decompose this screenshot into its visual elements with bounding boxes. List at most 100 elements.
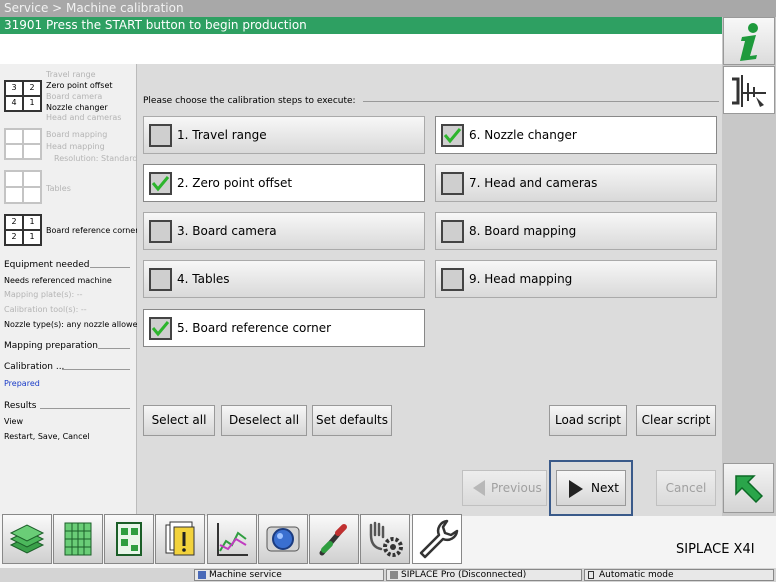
- lp-equipment-title: Equipment needed: [4, 260, 90, 270]
- previous-button[interactable]: Previous: [462, 470, 547, 506]
- info-button[interactable]: [723, 17, 775, 65]
- lp-nozzle-changer: Nozzle changer: [46, 103, 108, 112]
- step-board-reference-corner[interactable]: 5. Board reference corner: [143, 309, 425, 347]
- lp-equipment-item: Calibration tool(s): --: [4, 305, 87, 314]
- toolbar-service-button[interactable]: [412, 514, 462, 564]
- status-automatic-mode: Automatic mode: [584, 569, 774, 581]
- toolbar-camera-button[interactable]: [258, 514, 308, 564]
- instruction-label: Please choose the calibration steps to e…: [143, 96, 356, 106]
- toolbar-nozzle-button[interactable]: [309, 514, 359, 564]
- camera-lens-icon: [266, 526, 300, 552]
- calibration-grid-4: 2 1 2 1: [4, 214, 42, 246]
- set-defaults-button[interactable]: Set defaults: [312, 405, 392, 436]
- step-travel-range[interactable]: 1. Travel range: [143, 116, 425, 154]
- status-item-label: SIPLACE Pro (Disconnected): [401, 570, 527, 580]
- status-item-label: Automatic mode: [599, 570, 674, 580]
- step-checkbox[interactable]: [441, 268, 464, 291]
- brand-label: SIPLACE X4I: [676, 542, 755, 557]
- toolbar-grid-button[interactable]: [53, 514, 103, 564]
- lp-mapping-prep: Mapping preparation: [4, 341, 98, 351]
- message-bar: 31901 Press the START button to begin pr…: [0, 17, 722, 34]
- step-checkbox[interactable]: [441, 220, 464, 243]
- calibration-tool-icon: [732, 75, 766, 107]
- lp-board-mapping: Board mapping: [46, 130, 108, 139]
- grid-icon: [64, 522, 92, 556]
- machine-icon: [198, 571, 206, 579]
- step-head-and-cameras[interactable]: 7. Head and cameras: [435, 164, 717, 202]
- grid-cell: 2: [23, 81, 41, 96]
- grid-cell: 3: [5, 81, 23, 96]
- lp-board-camera: Board camera: [46, 92, 103, 101]
- next-label: Next: [591, 481, 619, 495]
- step-label: 1. Travel range: [177, 128, 267, 142]
- lp-results-item: View: [4, 417, 23, 426]
- step-nozzle-changer[interactable]: 6. Nozzle changer: [435, 116, 717, 154]
- grid-cell: 1: [23, 215, 41, 230]
- arrow-right-icon: [569, 480, 583, 498]
- previous-label: Previous: [491, 481, 542, 495]
- checkmark-icon: [443, 128, 462, 144]
- lp-calibration-title: Calibration ...: [4, 362, 65, 372]
- step-head-mapping[interactable]: 9. Head mapping: [435, 260, 717, 298]
- step-checkbox[interactable]: [149, 172, 172, 195]
- lp-resolution: Resolution: Standard: [54, 154, 138, 163]
- calibration-tool-button[interactable]: [723, 66, 775, 114]
- lp-equipment-item: Nozzle type(s): any nozzle allowed: [4, 320, 143, 329]
- step-checkbox[interactable]: [149, 317, 172, 340]
- lp-travel-range: Travel range: [46, 70, 96, 79]
- toolbar-hand-gear-button[interactable]: [360, 514, 410, 564]
- arrow-left-icon: [473, 480, 485, 496]
- select-all-button[interactable]: Select all: [143, 405, 215, 436]
- hand-gear-icon: [369, 521, 403, 557]
- step-checkbox[interactable]: [149, 124, 172, 147]
- deselect-all-button[interactable]: Deselect all: [221, 405, 307, 436]
- step-checkbox[interactable]: [441, 172, 464, 195]
- left-info-panel: 3 2 4 1 Travel range Zero point offset B…: [0, 64, 143, 516]
- status-machine-service: Machine service: [194, 569, 384, 581]
- calibration-grid-1: 3 2 4 1: [4, 80, 42, 112]
- step-label: 6. Nozzle changer: [469, 128, 577, 142]
- step-label: 8. Board mapping: [469, 224, 577, 238]
- toolbar-chart-button[interactable]: [207, 514, 257, 564]
- step-checkbox[interactable]: [149, 220, 172, 243]
- toolbar-warning-button[interactable]: [155, 514, 205, 564]
- step-zero-point-offset[interactable]: 2. Zero point offset: [143, 164, 425, 202]
- lp-equipment-item: Needs referenced machine: [4, 276, 112, 285]
- lp-head-mapping: Head mapping: [46, 142, 105, 151]
- stack-icon: [9, 524, 45, 554]
- divider: [98, 348, 130, 349]
- lp-results-title: Results: [4, 401, 37, 411]
- nozzle-icon: [319, 524, 347, 556]
- mode-icon: [588, 571, 594, 579]
- step-tables[interactable]: 4. Tables: [143, 260, 425, 298]
- grid-cell: 1: [23, 230, 41, 245]
- calibration-grid-2: [4, 128, 42, 160]
- step-board-camera[interactable]: 3. Board camera: [143, 212, 425, 250]
- lp-board-reference-corner: Board reference corner: [46, 226, 139, 235]
- clear-script-button[interactable]: Clear script: [636, 405, 716, 436]
- step-label: 4. Tables: [177, 272, 230, 286]
- status-siplace-pro: SIPLACE Pro (Disconnected): [386, 569, 582, 581]
- toolbar-feeder-button[interactable]: [2, 514, 52, 564]
- window-title: Service > Machine calibration: [0, 0, 776, 17]
- step-label: 5. Board reference corner: [177, 321, 332, 335]
- lp-equipment-item: Mapping plate(s): --: [4, 290, 83, 299]
- step-checkbox[interactable]: [149, 268, 172, 291]
- step-label: 2. Zero point offset: [177, 176, 293, 190]
- toolbar-board-button[interactable]: [104, 514, 154, 564]
- lp-zero-point-offset: Zero point offset: [46, 81, 113, 90]
- calibration-grid-3: [4, 170, 42, 204]
- divider: [40, 408, 130, 409]
- message-area: [0, 34, 722, 64]
- divider: [90, 267, 130, 268]
- load-script-button[interactable]: Load script: [549, 405, 627, 436]
- info-icon: [740, 23, 758, 61]
- step-checkbox[interactable]: [441, 124, 464, 147]
- wrench-icon: [419, 519, 459, 559]
- exit-button[interactable]: [723, 463, 774, 513]
- step-board-mapping[interactable]: 8. Board mapping: [435, 212, 717, 250]
- next-button[interactable]: Next: [556, 470, 626, 506]
- step-label: 7. Head and cameras: [469, 176, 598, 190]
- step-label: 3. Board camera: [177, 224, 277, 238]
- cancel-button[interactable]: Cancel: [656, 470, 716, 506]
